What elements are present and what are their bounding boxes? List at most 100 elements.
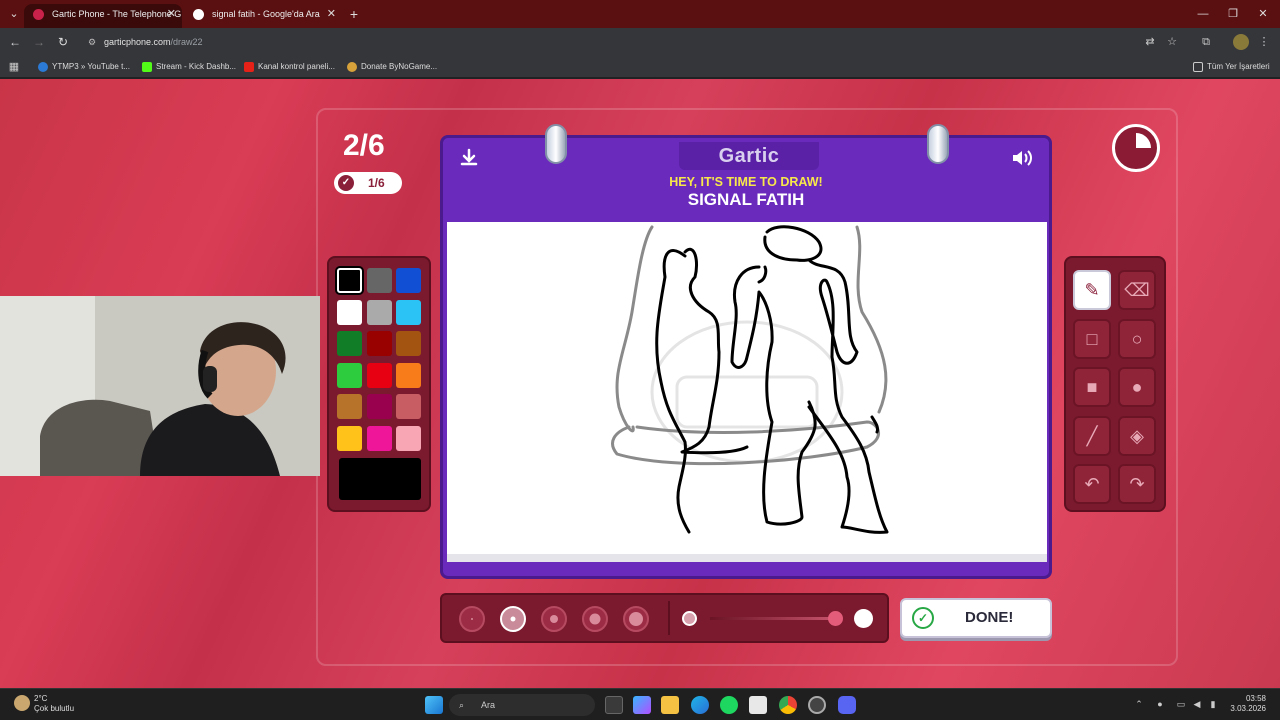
- pen-icon[interactable]: ✎: [1073, 270, 1111, 310]
- brush-size-button[interactable]: [500, 606, 526, 632]
- color-swatch[interactable]: [337, 299, 362, 325]
- brush-size-button[interactable]: [623, 606, 649, 632]
- weather-cloud-icon: [14, 695, 30, 711]
- folder-icon: [1193, 62, 1203, 72]
- chrome-icon[interactable]: [779, 696, 797, 714]
- tab-title: Gartic Phone - The Telephone G: [52, 9, 182, 19]
- card-header: Gartic HEY, IT'S TIME TO DRAW! SIGNAL FA…: [443, 138, 1049, 218]
- eraser-icon[interactable]: ⌫: [1118, 270, 1156, 310]
- bookmark-kick[interactable]: Stream - Kick Dashb...: [142, 60, 236, 74]
- close-window-icon[interactable]: ✕: [1248, 4, 1278, 24]
- taskbar-search[interactable]: ⌕ Ara: [449, 694, 595, 716]
- battery-icon[interactable]: ▮: [1207, 698, 1219, 710]
- bookmark-bynogame[interactable]: Donate ByNoGame...: [347, 60, 437, 74]
- ellipse-icon[interactable]: ○: [1118, 318, 1156, 359]
- discord-icon[interactable]: [838, 696, 856, 714]
- opacity-slider[interactable]: [668, 601, 886, 635]
- tray-chevron-icon[interactable]: ⌃: [1133, 698, 1145, 710]
- redo-icon[interactable]: ↷: [1118, 464, 1156, 504]
- brush-size-button[interactable]: [582, 606, 608, 632]
- timer-clock: [1112, 124, 1160, 172]
- minimize-icon[interactable]: —: [1188, 4, 1218, 24]
- volume-icon[interactable]: ◀: [1191, 698, 1203, 710]
- url-path: /draw22: [170, 37, 203, 47]
- sound-speaker-icon[interactable]: [1009, 148, 1037, 170]
- url-bar[interactable]: ⚙ garticphone.com/draw22: [82, 31, 1132, 53]
- back-arrow-icon[interactable]: ←: [6, 34, 24, 50]
- color-swatch[interactable]: [396, 268, 421, 293]
- binder-ring-right: [927, 124, 949, 164]
- brush-settings-bar: [440, 593, 889, 643]
- done-button[interactable]: ✓ DONE!: [900, 598, 1052, 638]
- brush-size-button[interactable]: [541, 606, 567, 632]
- all-bookmarks[interactable]: Tüm Yer İşaretleri: [1193, 60, 1270, 74]
- opacity-handle[interactable]: [828, 611, 843, 626]
- network-icon[interactable]: ▭: [1175, 698, 1187, 710]
- color-swatch[interactable]: [396, 362, 421, 388]
- color-swatch[interactable]: [396, 394, 421, 419]
- tab-gartic-phone[interactable]: Gartic Phone - The Telephone G ✕: [24, 4, 182, 28]
- browser-tab-bar: ⌄ Gartic Phone - The Telephone G ✕ signa…: [0, 0, 1280, 28]
- opacity-track[interactable]: [710, 617, 838, 620]
- forward-arrow-icon[interactable]: →: [30, 34, 48, 50]
- color-swatch[interactable]: [366, 362, 392, 388]
- rectangle-icon[interactable]: □: [1073, 318, 1111, 359]
- line-icon[interactable]: ╱: [1073, 415, 1111, 456]
- ytmp3-icon: [38, 62, 48, 72]
- tab-title: signal fatih - Google'da Ara: [212, 9, 320, 19]
- restore-icon[interactable]: ❐: [1218, 4, 1248, 24]
- clock-date: 3.03.2026: [1230, 704, 1266, 713]
- color-swatch[interactable]: [396, 425, 421, 451]
- extensions-icon[interactable]: ⧉: [1198, 34, 1214, 50]
- bookmark-label: YTMP3 » YouTube t...: [52, 62, 130, 71]
- start-windows-icon[interactable]: [425, 696, 443, 714]
- color-swatch[interactable]: [337, 394, 362, 419]
- color-swatch[interactable]: [337, 268, 362, 293]
- microphone-icon[interactable]: ●: [1154, 698, 1166, 710]
- menu-kebab-icon[interactable]: ⋮: [1256, 34, 1272, 50]
- search-icon: ⌕: [459, 700, 465, 710]
- store-icon[interactable]: [749, 696, 767, 714]
- brush-size-button[interactable]: [459, 606, 485, 632]
- apps-grid-icon[interactable]: ▦: [6, 59, 22, 75]
- close-tab-icon[interactable]: ✕: [167, 4, 176, 24]
- color-swatch[interactable]: [337, 331, 362, 356]
- download-icon[interactable]: [457, 148, 481, 170]
- bookmark-star-icon[interactable]: ☆: [1164, 34, 1180, 50]
- bookmark-youtube-studio[interactable]: Kanal kontrol paneli...: [244, 60, 335, 74]
- color-swatch[interactable]: [366, 331, 392, 356]
- system-clock[interactable]: 03:58 3.03.2026: [1230, 694, 1266, 714]
- color-swatch[interactable]: [396, 299, 421, 325]
- profile-avatar[interactable]: [1233, 34, 1249, 50]
- weather-widget[interactable]: 2°C Çok bulutlu: [14, 694, 74, 714]
- edge-icon[interactable]: [691, 696, 709, 714]
- done-check-icon: ✓: [912, 607, 934, 629]
- color-swatch[interactable]: [337, 362, 362, 388]
- bookmark-ytmp3[interactable]: YTMP3 » YouTube t...: [38, 60, 130, 74]
- spotify-icon[interactable]: [720, 696, 738, 714]
- color-swatch[interactable]: [366, 425, 392, 451]
- undo-icon[interactable]: ↶: [1073, 464, 1111, 504]
- fill-bucket-icon[interactable]: ◈: [1118, 415, 1156, 456]
- tab-google-search[interactable]: signal fatih - Google'da Ara ✕: [184, 4, 342, 28]
- site-info-icon[interactable]: ⚙: [88, 31, 96, 53]
- bookmark-label: Stream - Kick Dashb...: [156, 62, 237, 71]
- color-swatch[interactable]: [337, 425, 362, 451]
- reload-icon[interactable]: ↻: [54, 34, 72, 50]
- color-swatch[interactable]: [396, 331, 421, 356]
- tab-search-chevron-icon[interactable]: ⌄: [4, 5, 24, 23]
- task-view-icon[interactable]: [605, 696, 623, 714]
- color-swatch[interactable]: [366, 394, 392, 419]
- close-tab-icon[interactable]: ✕: [327, 4, 336, 24]
- filled-ellipse-icon[interactable]: ●: [1118, 367, 1156, 407]
- new-tab-plus-icon[interactable]: +: [344, 5, 364, 23]
- translate-icon[interactable]: ⇄: [1142, 34, 1158, 50]
- color-swatch[interactable]: [366, 299, 392, 325]
- copilot-icon[interactable]: [633, 696, 651, 714]
- drawing-canvas[interactable]: [447, 222, 1047, 562]
- color-swatch[interactable]: [366, 268, 392, 293]
- obs-icon[interactable]: [808, 696, 826, 714]
- weather-temp: 2°C: [34, 694, 48, 703]
- file-explorer-icon[interactable]: [661, 696, 679, 714]
- filled-rectangle-icon[interactable]: ■: [1073, 367, 1111, 407]
